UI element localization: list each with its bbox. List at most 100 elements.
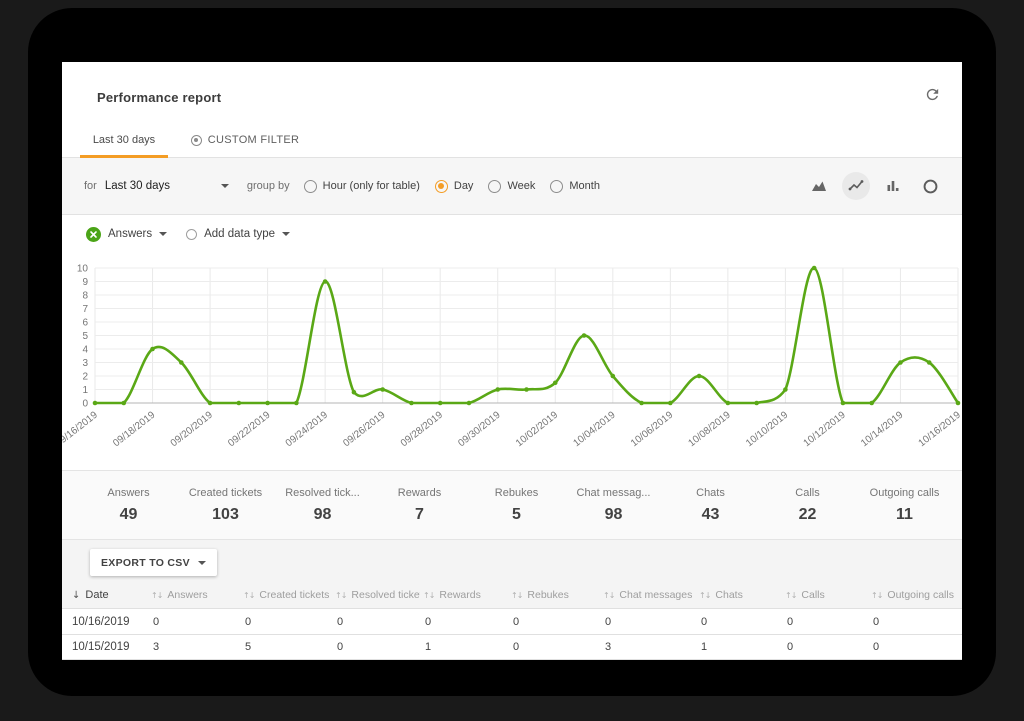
stat-calls: Calls22 <box>759 487 856 524</box>
bar-chart-icon[interactable] <box>879 172 907 200</box>
page-background: Performance report Last 30 days CUSTOM F… <box>0 0 1024 721</box>
svg-text:09/28/2019: 09/28/2019 <box>399 409 446 449</box>
summary-stats-row: Answers49 Created tickets103 Resolved ti… <box>62 470 962 540</box>
cell-answers: 3 <box>148 641 240 653</box>
export-to-csv-button[interactable]: EXPORT TO CSV <box>90 549 217 576</box>
cell-chat-messages: 3 <box>600 641 696 653</box>
column-header-date[interactable]: ↓Date <box>62 589 148 601</box>
answers-line-chart: 01234567891009/16/201909/18/201909/20/20… <box>62 253 962 470</box>
svg-text:09/24/2019: 09/24/2019 <box>284 409 331 449</box>
caret-down-icon <box>221 184 229 188</box>
svg-text:10/06/2019: 10/06/2019 <box>629 409 676 449</box>
up-down-arrows-icon: ↑↓ <box>151 591 162 600</box>
radio-icon <box>488 180 501 193</box>
column-header-calls[interactable]: ↑↓Calls <box>782 589 868 601</box>
radio-icon <box>435 180 448 193</box>
svg-text:10/10/2019: 10/10/2019 <box>744 409 791 449</box>
radio-icon <box>550 180 563 193</box>
svg-text:10/16/2019: 10/16/2019 <box>917 409 962 449</box>
svg-text:09/22/2019: 09/22/2019 <box>226 409 273 449</box>
add-data-type-label[interactable]: Add data type <box>204 228 275 240</box>
radio-label: Week <box>507 180 535 192</box>
cell-rebukes: 0 <box>508 641 600 653</box>
up-down-arrows-icon: ↑↓ <box>699 591 710 600</box>
series-chip-label[interactable]: Answers <box>108 228 152 240</box>
cell-date: 10/15/2019 <box>62 641 148 653</box>
caret-down-icon[interactable] <box>282 232 290 236</box>
svg-text:09/30/2019: 09/30/2019 <box>456 409 503 449</box>
filter-bar: for Last 30 days group by Hour (only for… <box>62 158 962 215</box>
cell-created-tickets: 0 <box>240 616 332 628</box>
add-series-bullet-icon <box>186 229 197 240</box>
column-header-answers[interactable]: ↑↓Answers <box>148 589 240 601</box>
radio-label: Day <box>454 180 474 192</box>
caret-down-icon <box>198 561 206 565</box>
cell-chats: 1 <box>696 641 782 653</box>
cell-calls: 0 <box>782 641 868 653</box>
stat-answers: Answers49 <box>80 487 177 524</box>
radio-group-day[interactable]: Day <box>435 180 474 193</box>
cell-rebukes: 0 <box>508 616 600 628</box>
line-chart-icon[interactable] <box>842 172 870 200</box>
column-header-rewards[interactable]: ↑↓Rewards <box>420 589 508 601</box>
cell-calls: 0 <box>782 616 868 628</box>
cell-chats: 0 <box>696 616 782 628</box>
column-header-created-tickets[interactable]: ↑↓Created tickets <box>240 589 332 601</box>
radio-group-week[interactable]: Week <box>488 180 535 193</box>
donut-chart-icon[interactable] <box>916 172 944 200</box>
series-row: Answers Add data type <box>62 215 962 253</box>
svg-text:10/08/2019: 10/08/2019 <box>686 409 733 449</box>
up-down-arrows-icon: ↑↓ <box>785 591 796 600</box>
radio-icon <box>304 180 317 193</box>
tab-custom-filter[interactable]: CUSTOM FILTER <box>190 122 300 158</box>
cell-chat-messages: 0 <box>600 616 696 628</box>
date-range-select[interactable]: Last 30 days <box>105 180 229 192</box>
cell-resolved-tickets: 0 <box>332 616 420 628</box>
table-row: 10/15/2019 3 5 0 1 0 3 1 0 0 <box>62 634 962 660</box>
svg-text:09/16/2019: 09/16/2019 <box>62 409 100 449</box>
radio-label: Hour (only for table) <box>323 180 420 192</box>
svg-text:10/12/2019: 10/12/2019 <box>802 409 849 449</box>
column-header-outgoing-calls[interactable]: ↑↓Outgoing calls <box>868 589 962 601</box>
down-arrow-icon: ↓ <box>72 590 80 601</box>
stat-resolved-tickets: Resolved tick...98 <box>274 487 371 524</box>
up-down-arrows-icon: ↑↓ <box>511 591 522 600</box>
column-header-rebukes[interactable]: ↑↓Rebukes <box>508 589 600 601</box>
up-down-arrows-icon: ↑↓ <box>423 591 434 600</box>
radio-group-month[interactable]: Month <box>550 180 600 193</box>
column-header-chats[interactable]: ↑↓Chats <box>696 589 782 601</box>
up-down-arrows-icon: ↑↓ <box>243 591 254 600</box>
column-header-resolved-tickets[interactable]: ↑↓Resolved tickets <box>332 589 420 601</box>
radio-group-hour[interactable]: Hour (only for table) <box>304 180 420 193</box>
svg-text:2: 2 <box>82 372 88 383</box>
export-label: EXPORT TO CSV <box>101 557 190 569</box>
svg-text:0: 0 <box>82 399 88 410</box>
for-label: for <box>84 180 97 192</box>
group-by-label: group by <box>247 180 290 192</box>
cell-created-tickets: 5 <box>240 641 332 653</box>
tab-last-30-days[interactable]: Last 30 days <box>80 122 168 158</box>
stat-chats: Chats43 <box>662 487 759 524</box>
title-row: Performance report <box>62 62 962 122</box>
radio-label: Month <box>569 180 600 192</box>
stat-rewards: Rewards7 <box>371 487 468 524</box>
remove-series-icon[interactable] <box>86 227 101 242</box>
cell-date: 10/16/2019 <box>62 616 148 628</box>
up-down-arrows-icon: ↑↓ <box>603 591 614 600</box>
stat-created-tickets: Created tickets103 <box>177 487 274 524</box>
svg-text:5: 5 <box>82 331 88 342</box>
table-row: 10/16/2019 0 0 0 0 0 0 0 0 0 <box>62 608 962 634</box>
column-header-chat-messages[interactable]: ↑↓Chat messages <box>600 589 696 601</box>
date-range-value: Last 30 days <box>105 180 170 192</box>
caret-down-icon[interactable] <box>159 232 167 236</box>
stat-chat-messages: Chat messag...98 <box>565 487 662 524</box>
cell-rewards: 0 <box>420 616 508 628</box>
table-section: EXPORT TO CSV ↓Date ↑↓Answers ↑↓Created … <box>62 540 962 660</box>
stat-rebukes: Rebukes5 <box>468 487 565 524</box>
svg-text:3: 3 <box>82 358 88 369</box>
svg-text:7: 7 <box>82 304 88 315</box>
area-chart-icon[interactable] <box>805 172 833 200</box>
refresh-icon[interactable] <box>922 86 942 106</box>
svg-text:9: 9 <box>82 277 88 288</box>
svg-text:09/18/2019: 09/18/2019 <box>111 409 158 449</box>
